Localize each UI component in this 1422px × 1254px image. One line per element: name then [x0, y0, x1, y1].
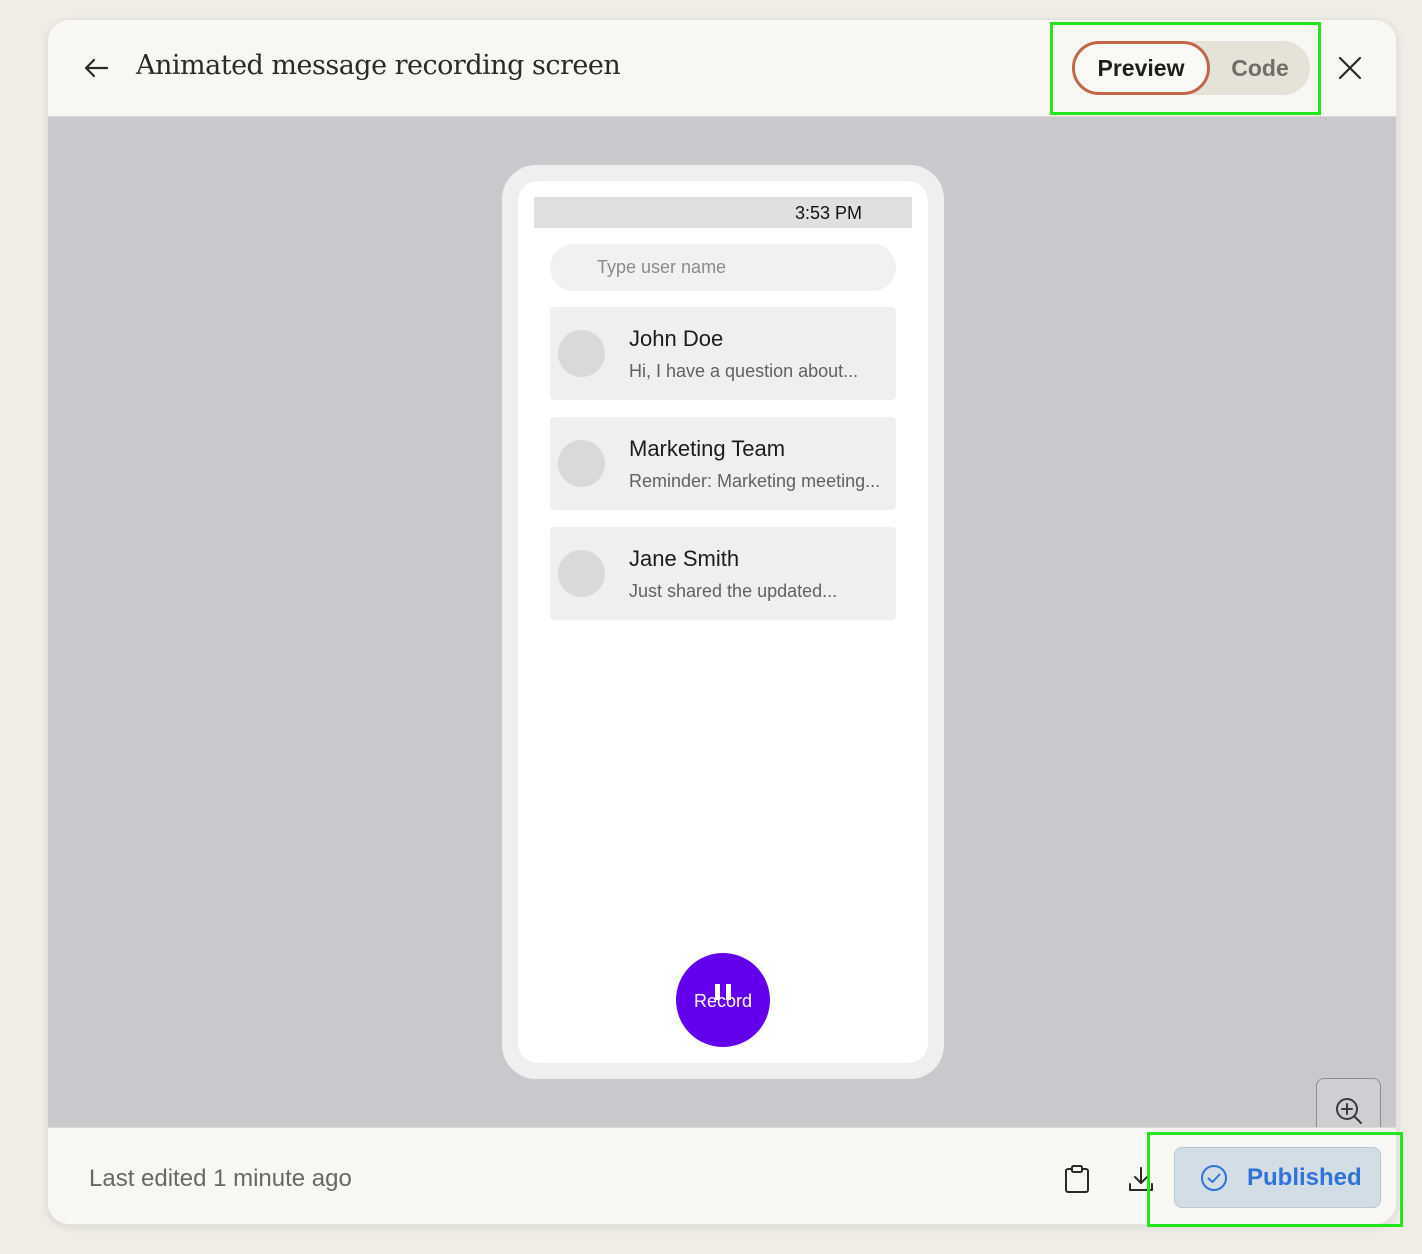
- avatar: [558, 440, 605, 487]
- highlight-box-toggle: [1050, 22, 1321, 115]
- last-edited-text: Last edited 1 minute ago: [89, 1165, 352, 1192]
- list-item[interactable]: John Doe Hi, I have a question about...: [550, 307, 896, 400]
- phone-screen: 3:53 PM John Doe Hi, I have a question a…: [518, 181, 928, 1063]
- arrow-left-icon: [84, 58, 109, 78]
- record-label: Record: [693, 991, 753, 1011]
- highlight-box-published: [1147, 1132, 1403, 1227]
- phone-frame: 3:53 PM John Doe Hi, I have a question a…: [502, 165, 944, 1079]
- artifact-window: Animated message recording screen Previe…: [47, 19, 1397, 1225]
- message-preview: Reminder: Marketing meeting...: [629, 471, 881, 491]
- avatar: [558, 550, 605, 597]
- avatar: [558, 330, 605, 377]
- search-input[interactable]: [550, 244, 896, 291]
- list-item[interactable]: Jane Smith Just shared the updated...: [550, 527, 896, 620]
- status-bar: 3:53 PM: [534, 197, 912, 228]
- contact-name: John Doe: [629, 326, 724, 351]
- close-icon: [1338, 56, 1362, 80]
- record-button[interactable]: Record: [676, 953, 770, 1047]
- status-time: 3:53 PM: [795, 203, 863, 223]
- clipboard-icon: [1065, 1165, 1089, 1193]
- list-item[interactable]: Marketing Team Reminder: Marketing meeti…: [550, 417, 896, 510]
- close-button[interactable]: [1332, 50, 1368, 86]
- contact-name: Marketing Team: [629, 436, 786, 461]
- message-preview: Just shared the updated...: [629, 581, 838, 601]
- contact-name: Jane Smith: [629, 546, 740, 571]
- zoom-in-icon: [1335, 1098, 1362, 1124]
- message-preview: Hi, I have a question about...: [629, 361, 859, 381]
- back-button[interactable]: [78, 50, 114, 86]
- page-title: Animated message recording screen: [136, 50, 621, 81]
- preview-canvas: 3:53 PM John Doe Hi, I have a question a…: [48, 117, 1396, 1207]
- copy-button[interactable]: [1060, 1162, 1094, 1196]
